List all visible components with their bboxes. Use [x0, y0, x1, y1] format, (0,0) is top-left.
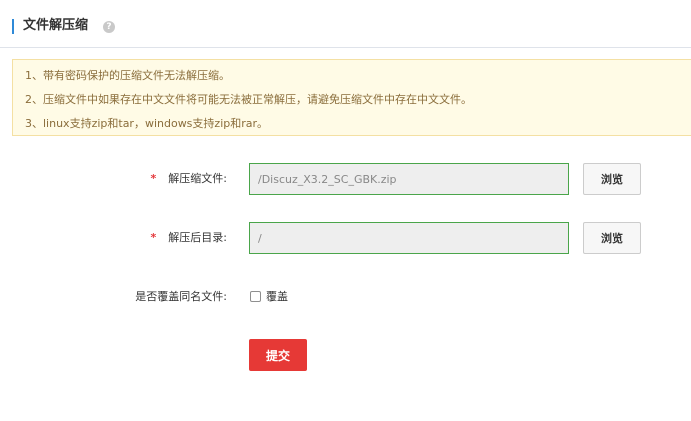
- required-mark: *: [150, 172, 157, 185]
- submit-button[interactable]: 提交: [249, 339, 307, 371]
- overwrite-checkbox-label[interactable]: 覆盖: [266, 289, 288, 305]
- required-mark: *: [150, 231, 157, 244]
- notice-box: 1、带有密码保护的压缩文件无法解压缩。 2、压缩文件中如果存在中文文件将可能无法…: [12, 59, 691, 136]
- notice-line-2: 2、压缩文件中如果存在中文文件将可能无法被正常解压，请避免压缩文件中存在中文文件…: [25, 93, 472, 106]
- browse-target-button[interactable]: 浏览: [583, 222, 641, 254]
- target-dir-input[interactable]: [249, 222, 569, 254]
- notice-line-3: 3、linux支持zip和tar，windows支持zip和rar。: [25, 117, 269, 130]
- archive-file-label-text: 解压缩文件:: [168, 172, 227, 185]
- form-row-overwrite: 是否覆盖同名文件: 覆盖: [0, 287, 691, 307]
- form-row-target-dir: * 解压后目录: 浏览: [0, 222, 691, 254]
- target-dir-label: * 解压后目录:: [151, 230, 227, 246]
- help-icon[interactable]: ?: [103, 21, 115, 33]
- overwrite-label: 是否覆盖同名文件:: [135, 290, 227, 303]
- title-accent-bar: [12, 19, 14, 34]
- overwrite-checkbox[interactable]: [250, 291, 261, 302]
- page-header: 文件解压缩 ?: [0, 0, 691, 48]
- archive-file-label: * 解压缩文件:: [151, 171, 227, 187]
- archive-file-input[interactable]: [249, 163, 569, 195]
- browse-archive-button[interactable]: 浏览: [583, 163, 641, 195]
- form-row-archive-file: * 解压缩文件: 浏览: [0, 163, 691, 195]
- target-dir-label-text: 解压后目录:: [168, 231, 227, 244]
- page-title: 文件解压缩: [23, 18, 89, 33]
- notice-line-1: 1、带有密码保护的压缩文件无法解压缩。: [25, 69, 230, 82]
